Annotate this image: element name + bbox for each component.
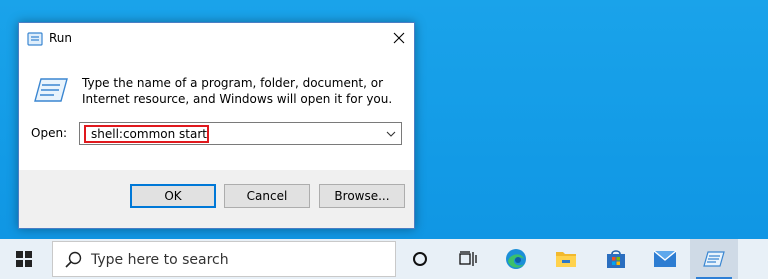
edge-button[interactable]: [492, 239, 540, 279]
open-input[interactable]: shell:common startup: [84, 125, 209, 143]
file-explorer-icon: [556, 252, 576, 267]
microsoft-store-button[interactable]: [592, 239, 640, 279]
cancel-button[interactable]: Cancel: [224, 184, 310, 208]
run-icon: [703, 251, 725, 267]
taskbar-search-box[interactable]: Type here to search: [52, 241, 396, 277]
ok-button[interactable]: OK: [130, 184, 216, 208]
start-button[interactable]: [0, 239, 48, 279]
run-icon: [27, 31, 43, 46]
titlebar[interactable]: Run: [19, 23, 414, 53]
close-icon: [393, 32, 405, 44]
search-placeholder: Type here to search: [91, 252, 229, 268]
taskbar: Type here to search: [0, 239, 768, 279]
cortana-circle-icon: [413, 252, 427, 266]
microsoft-store-icon: [607, 250, 625, 268]
task-view-button[interactable]: [444, 239, 492, 279]
search-icon: [65, 251, 83, 273]
run-program-icon: [33, 77, 69, 103]
mail-button[interactable]: [641, 239, 689, 279]
chevron-down-icon: [386, 131, 396, 137]
edge-icon: [506, 249, 526, 269]
file-explorer-button[interactable]: [542, 239, 590, 279]
open-label: Open:: [31, 126, 68, 140]
browse-button[interactable]: Browse...: [319, 184, 405, 208]
dropdown-button[interactable]: [381, 123, 401, 144]
close-button[interactable]: [384, 23, 414, 53]
mail-icon: [653, 250, 677, 267]
cortana-button[interactable]: [396, 239, 444, 279]
run-dialog: Run Type the name of a program, folder, …: [18, 22, 415, 229]
dialog-footer: OK Cancel Browse...: [19, 170, 414, 228]
dialog-description: Type the name of a program, folder, docu…: [82, 76, 393, 106]
task-view-icon: [459, 251, 477, 266]
open-combobox[interactable]: shell:common startup: [79, 122, 402, 145]
run-taskbar-button[interactable]: [690, 239, 738, 279]
dialog-title: Run: [49, 31, 73, 45]
windows-start-icon: [16, 251, 32, 267]
